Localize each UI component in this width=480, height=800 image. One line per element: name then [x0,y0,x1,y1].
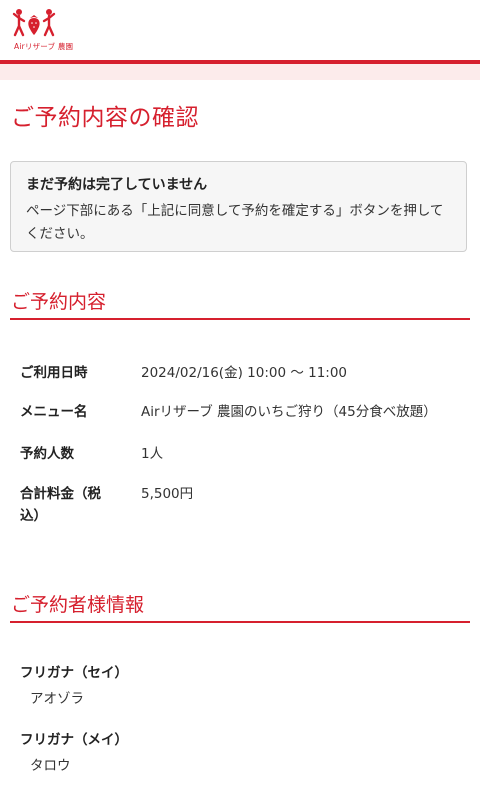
site-header: Airリザーブ 農園 [0,0,480,80]
detail-label: ご利用日時 [20,365,88,381]
detail-label: 予約人数 [20,446,74,462]
header-band [0,64,480,80]
notice-text: ページ下部にある「上記に同意して予約を確定する」ボタンを押してください。 [26,203,444,242]
detail-value: 1人 [141,446,164,462]
field-label: フリガナ（メイ） [20,732,128,748]
pending-notice: まだ予約は完了していません ページ下部にある「上記に同意して予約を確定する」ボタ… [10,161,467,252]
customer-field-kana-mei: フリガナ（メイ） タロウ [20,730,460,776]
reservation-section-title: ご予約内容 [11,291,107,313]
field-value: アオゾラ [30,691,84,707]
brand-logo-text: Airリザーブ 農園 [14,42,74,51]
customer-field-kana-sei: フリガナ（セイ） アオゾラ [20,663,460,709]
farm-people-strawberry-icon [12,9,56,37]
notice-title: まだ予約は完了していません [26,177,208,193]
detail-label: 合計料金（税込） [20,486,101,524]
field-value: タロウ [30,758,71,774]
field-label: フリガナ（セイ） [20,665,128,681]
customer-section-title: ご予約者様情報 [11,594,145,616]
detail-value: 2024/02/16(金) 10:00 〜 11:00 [141,365,348,381]
page-title: ご予約内容の確認 [11,105,199,131]
reservation-section-divider [10,318,470,320]
brand-logo[interactable]: Airリザーブ 農園 [12,8,74,52]
detail-value: Airリザーブ 農園のいちご狩り（45分食べ放題） [141,404,437,420]
customer-section-divider [10,621,470,623]
detail-label: メニュー名 [20,404,88,420]
detail-value: 5,500円 [141,486,194,502]
